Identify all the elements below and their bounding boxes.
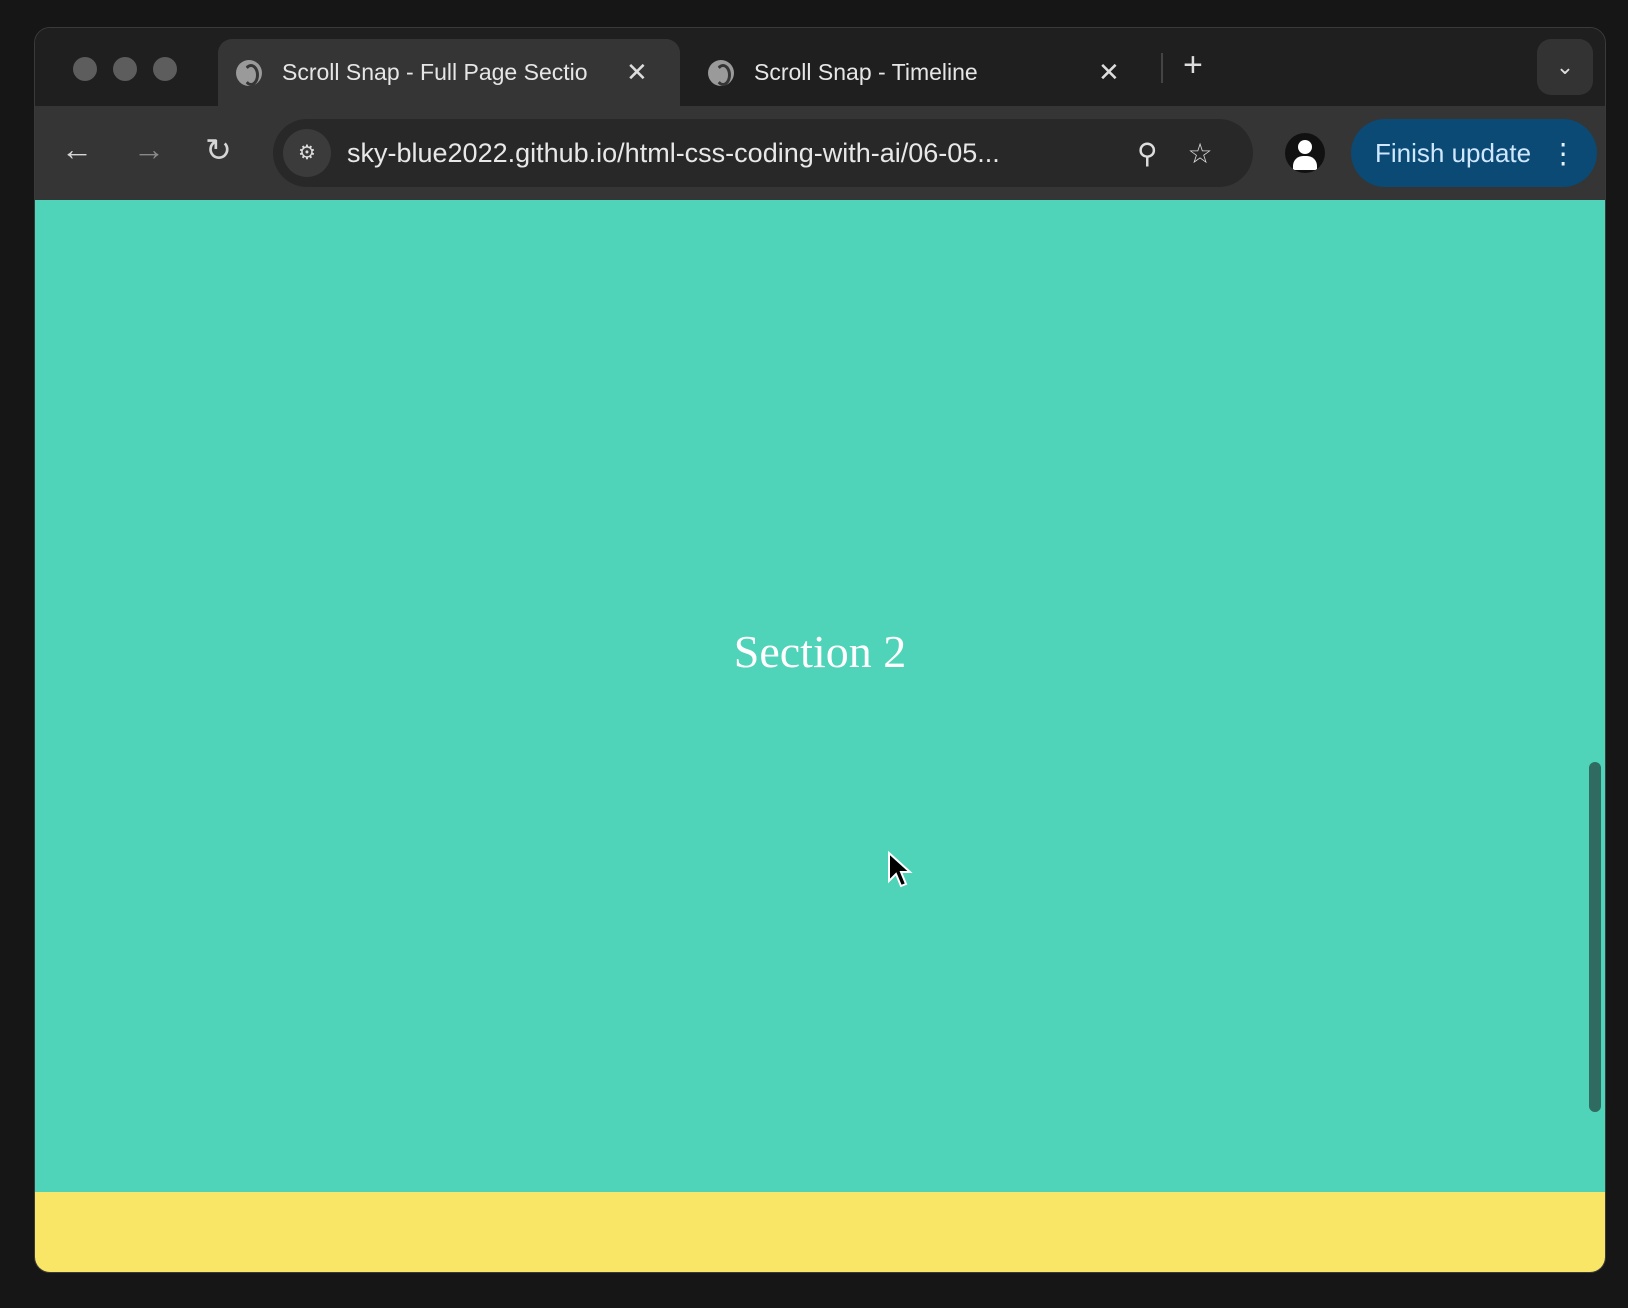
maximize-window-button[interactable]	[153, 57, 177, 81]
bookmark-star-icon[interactable]: ☆	[1188, 137, 1213, 170]
finish-update-button[interactable]: Finish update ⋮	[1351, 119, 1597, 187]
close-window-button[interactable]	[73, 57, 97, 81]
section-3-peek	[35, 1192, 1605, 1272]
tab-search-button[interactable]: ⌄	[1537, 39, 1593, 95]
back-button[interactable]: ←	[61, 131, 93, 168]
finish-update-label: Finish update	[1375, 137, 1532, 168]
tab-divider	[1161, 53, 1163, 83]
minimize-window-button[interactable]	[113, 57, 137, 81]
zoom-icon[interactable]: ⚲	[1137, 137, 1158, 170]
close-tab-icon[interactable]: ✕	[626, 57, 648, 88]
mouse-cursor-icon	[888, 851, 913, 888]
section-title: Section 2	[733, 626, 907, 677]
globe-icon	[708, 59, 734, 86]
new-tab-button[interactable]: +	[1183, 46, 1203, 85]
site-settings-icon[interactable]: ⚙	[283, 129, 331, 177]
toolbar: ← → ↻ ⚙ sky-blue2022.github.io/html-css-…	[35, 106, 1605, 200]
scrollbar-thumb[interactable]	[1589, 762, 1601, 1112]
url-text[interactable]: sky-blue2022.github.io/html-css-coding-w…	[347, 138, 1107, 169]
address-bar[interactable]: ⚙ sky-blue2022.github.io/html-css-coding…	[273, 119, 1253, 187]
profile-avatar[interactable]	[1285, 133, 1325, 173]
more-menu-icon[interactable]: ⋮	[1549, 137, 1577, 170]
browser-window: Scroll Snap - Full Page Sectio ✕ Scroll …	[34, 27, 1606, 1273]
section-2: Section 2	[35, 200, 1605, 1192]
tab-strip: Scroll Snap - Full Page Sectio ✕ Scroll …	[35, 28, 1605, 106]
tab-timeline[interactable]: Scroll Snap - Timeline ✕	[690, 39, 1160, 106]
forward-button[interactable]: →	[133, 131, 165, 168]
globe-icon	[236, 59, 262, 86]
tab-title: Scroll Snap - Timeline	[754, 59, 978, 85]
close-tab-icon[interactable]: ✕	[1098, 57, 1120, 88]
tab-full-page-sections[interactable]: Scroll Snap - Full Page Sectio ✕	[218, 39, 680, 106]
tab-title: Scroll Snap - Full Page Sectio	[282, 59, 588, 85]
reload-button[interactable]: ↻	[205, 131, 232, 169]
